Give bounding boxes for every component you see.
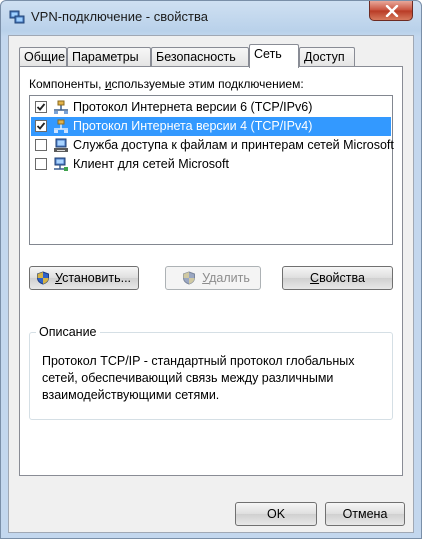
close-icon [385, 5, 399, 17]
remove-button[interactable]: Удалить [165, 266, 261, 290]
uac-shield-icon [183, 271, 195, 285]
list-item[interactable]: Клиент для сетей Microsoft [31, 155, 391, 174]
description-text: Протокол TCP/IP - стандартный протокол г… [42, 354, 355, 402]
component-checkbox[interactable] [35, 139, 47, 151]
properties-button-label: Свойства [310, 270, 365, 285]
checkmark-icon [36, 103, 46, 111]
ok-button[interactable]: OK [235, 502, 317, 526]
network-tab-panel: Компоненты, используемые этим подключени… [19, 66, 403, 476]
components-label: Компоненты, используемые этим подключени… [29, 77, 304, 91]
tab-sharing[interactable]: Доступ [299, 47, 355, 67]
tab-general[interactable]: Общие [19, 47, 67, 67]
file-printer-sharing-icon [53, 138, 69, 153]
title-bar[interactable]: VPN-подключение - свойства [1, 1, 421, 35]
component-checkbox[interactable] [35, 101, 47, 113]
tab-parameters[interactable]: Параметры [67, 47, 151, 67]
list-item[interactable]: Протокол Интернета версии 4 (TCP/IPv4) [31, 117, 391, 136]
checkmark-icon [36, 122, 46, 130]
properties-window: VPN-подключение - свойства Общие Парамет… [0, 0, 422, 539]
install-button-label: Установить... [54, 270, 132, 285]
install-button[interactable]: Установить... [29, 266, 139, 290]
window-title: VPN-подключение - свойства [31, 9, 208, 24]
network-protocol-icon [53, 100, 69, 115]
properties-button[interactable]: Свойства [282, 266, 393, 290]
cancel-button[interactable]: Отмена [325, 502, 405, 526]
component-checkbox[interactable] [35, 158, 47, 170]
component-label: Клиент для сетей Microsoft [73, 157, 229, 171]
component-checkbox[interactable] [35, 120, 47, 132]
tab-security[interactable]: Безопасность [151, 47, 249, 67]
close-button[interactable] [369, 1, 413, 21]
component-label: Протокол Интернета версии 6 (TCP/IPv6) [73, 100, 313, 114]
description-legend: Описание [36, 325, 100, 339]
components-list[interactable]: Протокол Интернета версии 6 (TCP/IPv6) П… [29, 95, 394, 245]
network-connection-icon [9, 9, 25, 25]
list-item[interactable]: Протокол Интернета версии 6 (TCP/IPv6) [31, 98, 391, 117]
component-label: Протокол Интернета версии 4 (TCP/IPv4) [73, 119, 313, 133]
network-protocol-icon [53, 119, 69, 134]
description-group: Описание Протокол TCP/IP - стандартный п… [29, 325, 393, 420]
component-label: Служба доступа к файлам и принтерам сете… [73, 138, 394, 152]
network-client-icon [53, 157, 69, 172]
tab-network[interactable]: Сеть [249, 44, 299, 68]
dialog-client-area: Общие Параметры Безопасность Сеть Доступ… [8, 35, 414, 533]
list-item[interactable]: Служба доступа к файлам и принтерам сете… [31, 136, 394, 155]
uac-shield-icon [37, 271, 49, 285]
